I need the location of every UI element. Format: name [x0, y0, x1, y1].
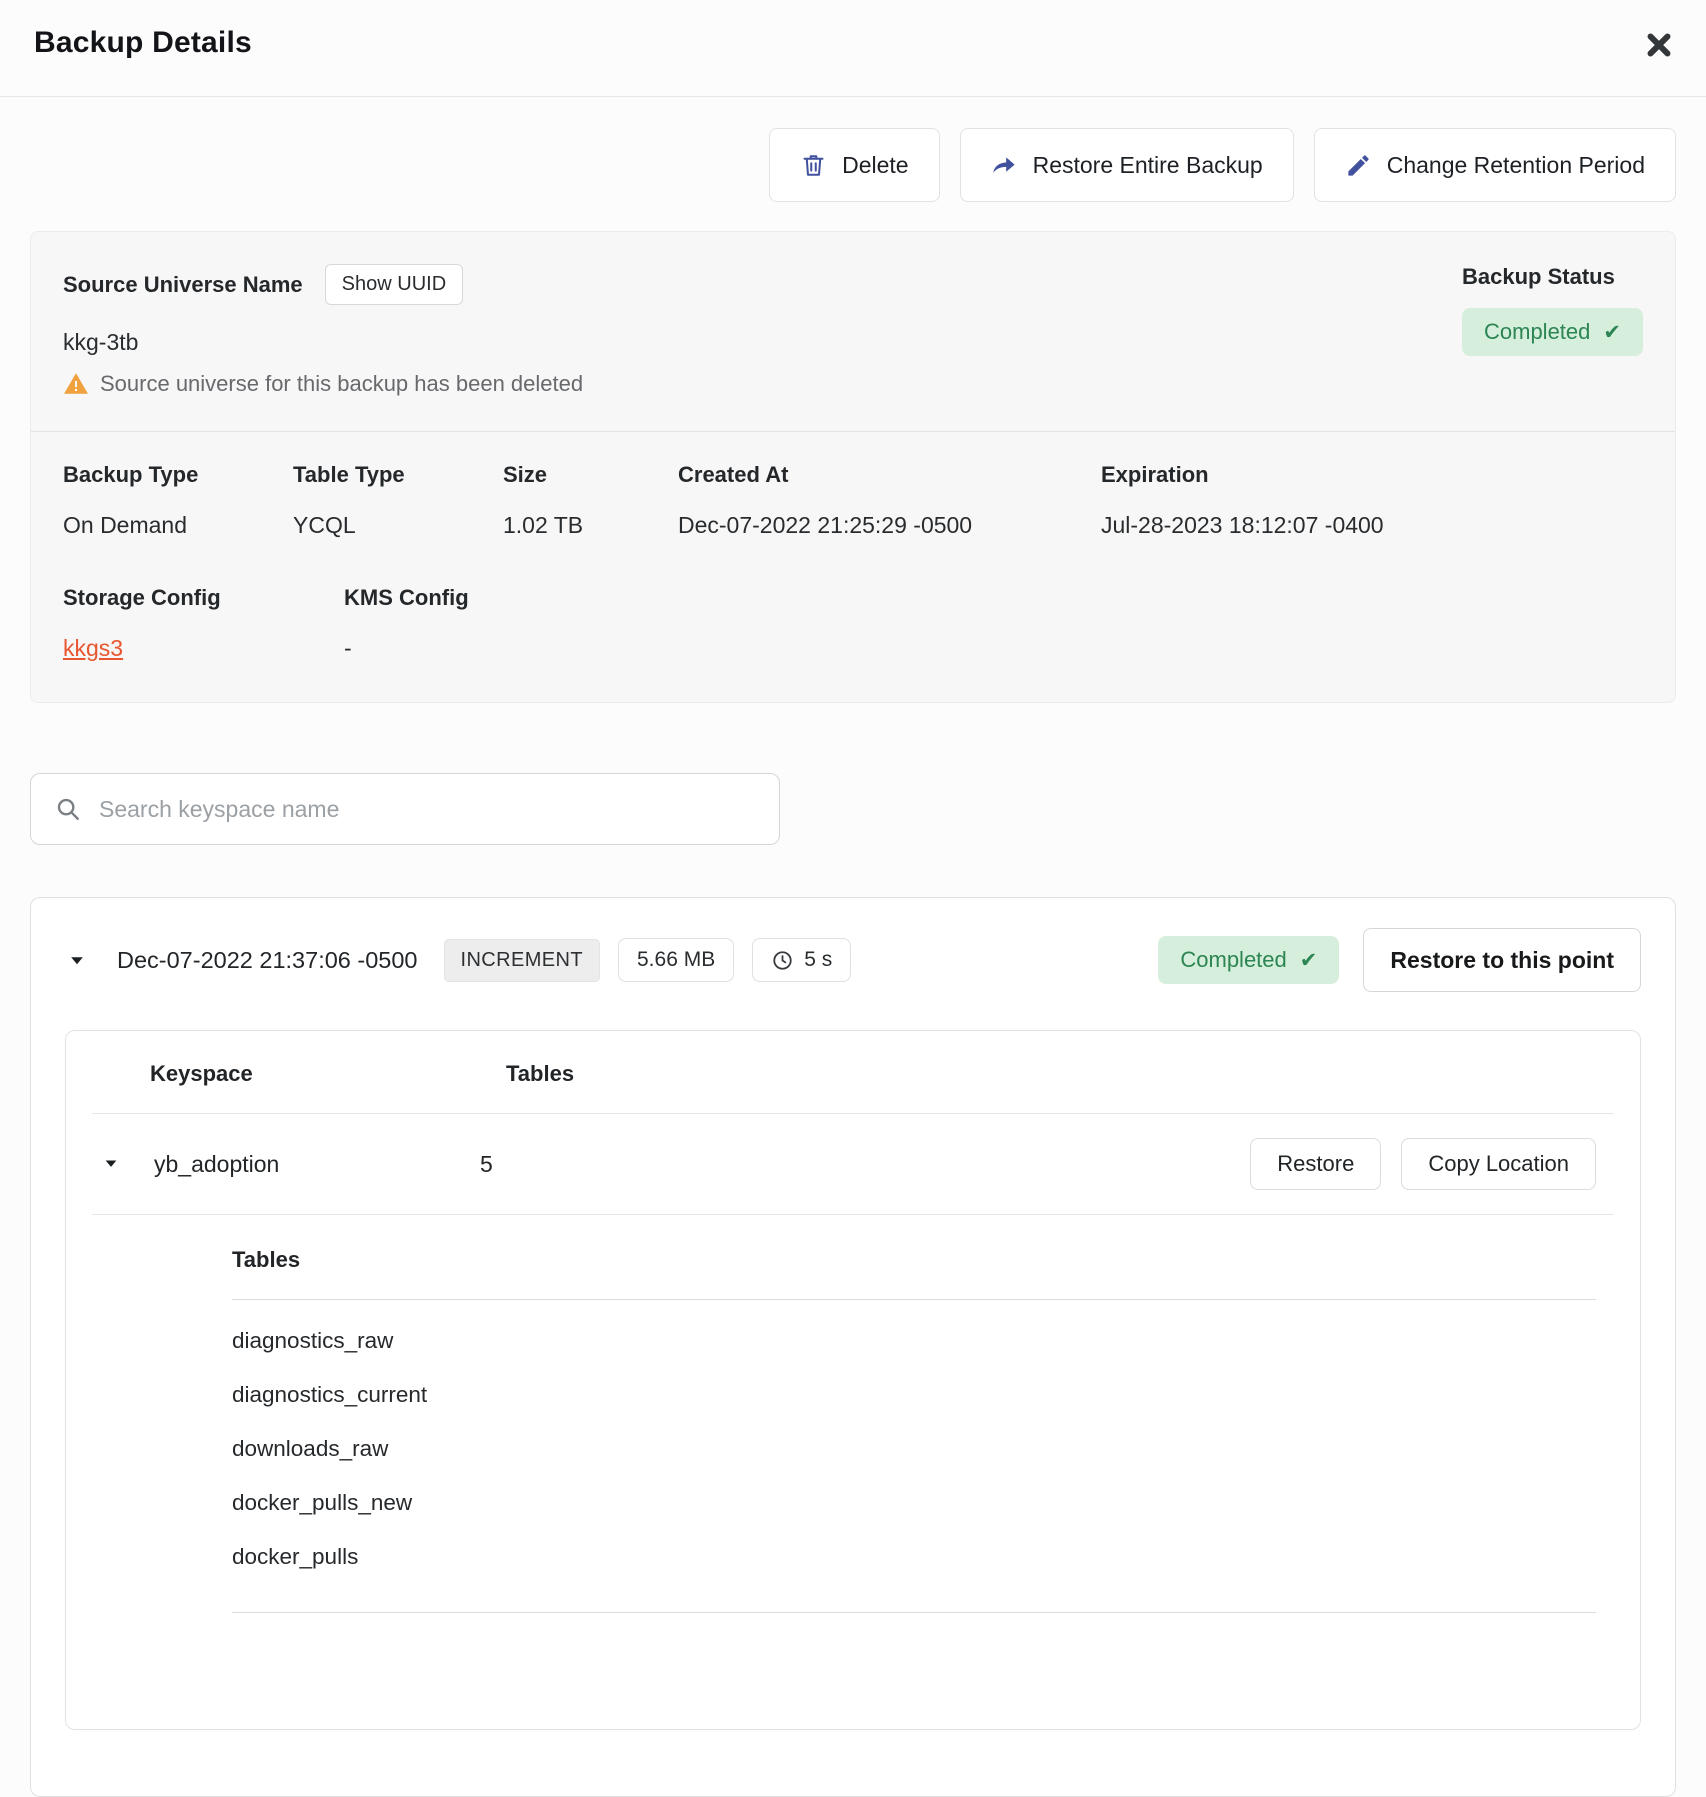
delete-button[interactable]: Delete: [769, 128, 939, 202]
backup-status-badge: Completed ✔: [1462, 308, 1643, 356]
field-created-at: Created At Dec-07-2022 21:25:29 -0500: [678, 462, 1101, 539]
increment-status-badge: Completed ✔: [1158, 936, 1339, 984]
keyspace-table: Keyspace Tables yb_adoption 5 Restore Co…: [65, 1030, 1641, 1730]
increment-type-badge: INCREMENT: [444, 939, 601, 982]
restore-to-this-point-button[interactable]: Restore to this point: [1363, 928, 1641, 992]
collapse-caret-icon[interactable]: [65, 948, 89, 972]
tables-list: diagnostics_raw diagnostics_current down…: [232, 1300, 1596, 1570]
page-title: Backup Details: [34, 26, 252, 60]
keyspace-column-header: Keyspace: [66, 1061, 506, 1087]
close-icon[interactable]: [1642, 28, 1676, 62]
keyspace-name: yb_adoption: [154, 1151, 480, 1178]
pencil-icon: [1345, 152, 1372, 179]
source-universe-section: Source Universe Name Show UUID kkg-3tb S…: [31, 232, 1675, 432]
search-icon: [55, 796, 81, 822]
clock-icon: [771, 949, 794, 972]
field-expiration: Expiration Jul-28-2023 18:12:07 -0400: [1101, 462, 1643, 539]
field-storage-config: Storage Config kkgs3: [63, 585, 344, 662]
delete-button-label: Delete: [842, 152, 908, 179]
check-icon: ✔: [1603, 320, 1621, 345]
table-name: downloads_raw: [232, 1408, 1596, 1462]
universe-deleted-warning: Source universe for this backup has been…: [100, 371, 583, 397]
table-name: diagnostics_current: [232, 1354, 1596, 1408]
search-input[interactable]: [97, 795, 755, 824]
field-kms-config: KMS Config -: [344, 585, 1643, 662]
field-backup-type: Backup Type On Demand: [63, 462, 293, 539]
backup-details-grid: Backup Type On Demand Table Type YCQL Si…: [31, 432, 1675, 702]
keyspace-table-header: Keyspace Tables: [66, 1031, 1640, 1113]
increment-backup-card: Dec-07-2022 21:37:06 -0500 INCREMENT 5.6…: [30, 897, 1676, 1797]
storage-config-link[interactable]: kkgs3: [63, 635, 123, 661]
table-name: docker_pulls: [232, 1516, 1596, 1570]
keyspace-table-count: 5: [480, 1151, 493, 1178]
show-uuid-button[interactable]: Show UUID: [325, 264, 463, 305]
trash-icon: [800, 152, 827, 179]
change-retention-period-button[interactable]: Change Retention Period: [1314, 128, 1676, 202]
table-name: diagnostics_raw: [232, 1300, 1596, 1354]
backup-status-label: Backup Status: [1462, 264, 1615, 290]
action-buttons-row: Delete Restore Entire Backup Change Rete…: [30, 128, 1676, 202]
modal-header: Backup Details: [0, 0, 1706, 97]
increment-status-text: Completed: [1180, 947, 1286, 973]
expanded-tables-header: Tables: [232, 1247, 1596, 1273]
increment-size-chip: 5.66 MB: [618, 938, 734, 982]
table-name: docker_pulls_new: [232, 1462, 1596, 1516]
increment-header-row: Dec-07-2022 21:37:06 -0500 INCREMENT 5.6…: [31, 898, 1675, 1014]
field-table-type: Table Type YCQL: [293, 462, 503, 539]
tables-column-header: Tables: [506, 1061, 574, 1087]
copy-location-button[interactable]: Copy Location: [1401, 1138, 1596, 1190]
increment-timestamp: Dec-07-2022 21:37:06 -0500: [117, 947, 418, 974]
change-retention-period-label: Change Retention Period: [1387, 152, 1645, 179]
universe-name: kkg-3tb: [63, 329, 1643, 356]
restore-arrow-icon: [991, 152, 1018, 179]
field-size: Size 1.02 TB: [503, 462, 678, 539]
source-universe-label: Source Universe Name: [63, 272, 303, 298]
keyspace-search: [30, 773, 780, 845]
backup-status-text: Completed: [1484, 319, 1590, 345]
check-icon: ✔: [1300, 948, 1318, 973]
restore-keyspace-button[interactable]: Restore: [1250, 1138, 1381, 1190]
restore-entire-backup-label: Restore Entire Backup: [1033, 152, 1263, 179]
increment-duration-chip: 5 s: [752, 938, 851, 982]
keyspace-row: yb_adoption 5 Restore Copy Location: [66, 1114, 1640, 1214]
expanded-tables-section: Tables diagnostics_raw diagnostics_curre…: [66, 1215, 1640, 1613]
backup-summary-panel: Source Universe Name Show UUID kkg-3tb S…: [30, 231, 1676, 703]
modal-body: Delete Restore Entire Backup Change Rete…: [0, 128, 1706, 1797]
restore-entire-backup-button[interactable]: Restore Entire Backup: [960, 128, 1294, 202]
warning-icon: [63, 371, 89, 397]
keyspace-caret-icon[interactable]: [100, 1152, 124, 1176]
